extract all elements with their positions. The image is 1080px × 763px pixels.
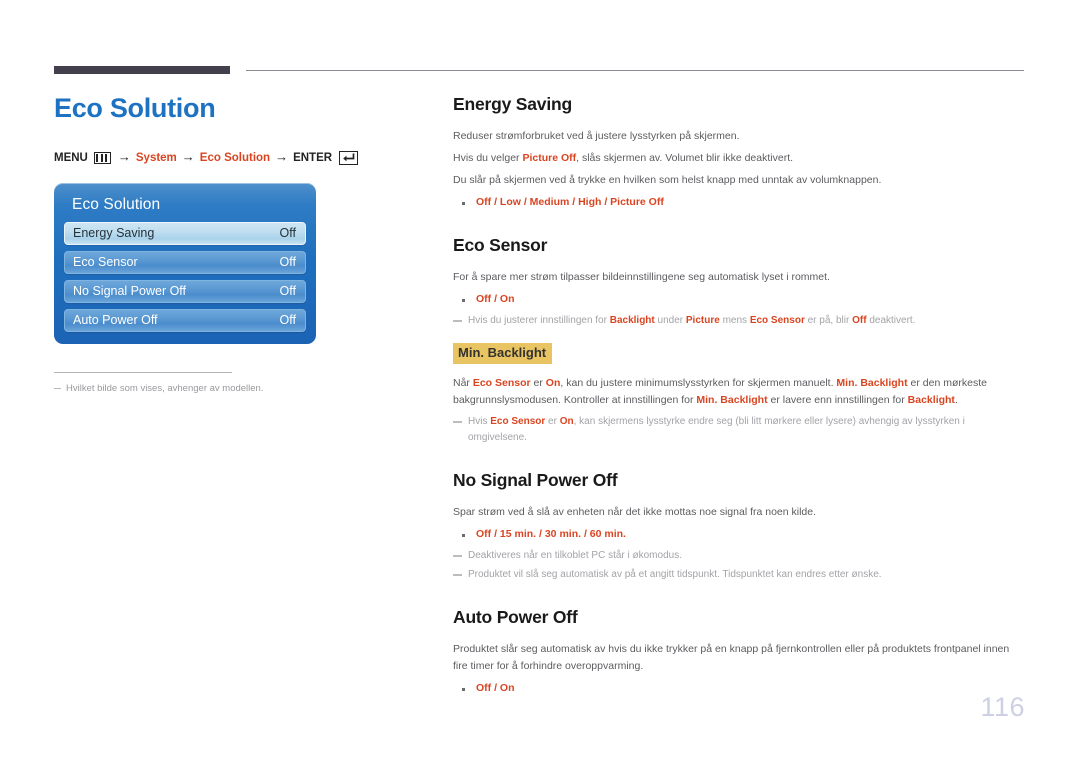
note-text: Hvis du justerer innstillingen for Backl… [468,314,916,326]
section-auto-power-off: Auto Power Off Produktet slår seg automa… [453,607,1025,697]
section-title: No Signal Power Off [453,470,618,491]
note-dash-icon [453,319,462,322]
note-text: Deaktiveres når en tilkoblet PC står i ø… [468,550,682,562]
option-values: Off / On [476,292,515,305]
note-no-signal-eco-pc: Deaktiveres når en tilkoblet PC står i ø… [453,548,1025,564]
breadcrumb-arrow-1: → [117,149,131,165]
left-footnote-block: Hvilket bilde som vises, avhenger av mod… [54,371,304,396]
bullet-dot-icon [462,298,465,302]
section-eco-sensor: Eco Sensor For å spare mer strøm tilpass… [453,235,1025,447]
osd-row-value: Off [279,284,296,299]
osd-row-label: Eco Sensor [73,255,138,270]
option-values: Off / On [476,682,515,695]
paragraph: Reduser strømforbruket ved å justere lys… [453,130,740,142]
note-eco-sensor-ambient: Hvis Eco Sensor er On, kan skjermens lys… [453,414,1025,446]
note-dash-icon [453,421,462,424]
breadcrumb-menu-label: MENU [54,151,88,164]
osd-row-label: Auto Power Off [73,313,158,328]
osd-row-eco-sensor[interactable]: Eco Sensor Off [64,250,306,274]
note-text: Hvis Eco Sensor er On, kan skjermens lys… [468,416,965,444]
note-dash-icon [54,387,61,390]
section-title: Energy Saving [453,94,572,114]
osd-panel: Eco Solution Energy Saving Off Eco Senso… [54,182,316,344]
osd-row-no-signal-power-off[interactable]: No Signal Power Off Off [64,279,306,303]
breadcrumb-step-system: System [135,151,177,164]
note-dash-icon [453,555,462,558]
section-title: Eco Sensor [453,234,548,255]
page-title: Eco Solution [54,93,216,123]
osd-panel-title: Eco Solution [72,195,161,213]
breadcrumb-enter-label: ENTER [293,151,333,164]
bullet-dot-icon [462,688,465,692]
left-footnote: Hvilket bilde som vises, avhenger av mod… [54,382,304,396]
enter-return-icon [339,150,359,165]
option-list-no-signal-power-off: Off / 15 min. / 30 min. / 60 min. [462,527,1025,543]
note-eco-sensor-backlight: Hvis du justerer innstillingen for Backl… [453,313,1025,329]
page-number: 116 [980,692,1025,722]
breadcrumb-arrow-3: → [275,149,289,165]
note-text: Produktet vil slå seg automatisk av på e… [468,569,882,581]
osd-row-auto-power-off[interactable]: Auto Power Off Off [64,308,306,332]
osd-row-value: Off [279,226,296,241]
note-no-signal-schedule: Produktet vil slå seg automatisk av på e… [453,567,1025,583]
osd-row-energy-saving[interactable]: Energy Saving Off [64,221,306,245]
breadcrumb: MENU → System → Eco Solution → ENTER [54,150,394,166]
paragraph: Produktet slår seg automatisk av hvis du… [453,643,1010,673]
subheading-min-backlight: Min. Backlight [453,342,553,365]
paragraph: Hvis du velger Picture Off, slås skjerme… [453,152,794,164]
right-column: Energy Saving Reduser strømforbruket ved… [453,94,1025,702]
left-footnote-text: Hvilket bilde som vises, avhenger av mod… [66,382,264,394]
paragraph: For å spare mer strøm tilpasser bildeinn… [453,270,830,283]
breadcrumb-step-eco-solution: Eco Solution [199,151,271,164]
paragraph: Spar strøm ved å slå av enheten når det … [453,506,817,519]
paragraph: Når Eco Sensor er On, kan du justere min… [453,377,987,407]
section-no-signal-power-off: No Signal Power Off Spar strøm ved å slå… [453,470,1025,583]
section-energy-saving: Energy Saving Reduser strømforbruket ved… [453,94,1025,211]
page-body: Eco Solution MENU → System → Eco Solutio… [0,0,1080,763]
osd-row-value: Off [279,313,296,328]
note-dash-icon [453,574,462,577]
option-values: Off / Low / Medium / High / Picture Off [476,196,664,208]
inline-keyword: Picture Off [522,152,577,164]
osd-row-label: No Signal Power Off [73,284,187,299]
footnote-divider [54,371,232,373]
osd-row-label: Energy Saving [73,226,155,241]
breadcrumb-arrow-2: → [181,149,195,165]
option-list-eco-sensor: Off / On [462,292,1025,308]
option-values: Off / 15 min. / 30 min. / 60 min. [476,528,626,541]
option-list-auto-power-off: Off / On [462,681,1025,697]
paragraph: Du slår på skjermen ved å trykke en hvil… [453,174,882,186]
option-list-energy-saving: Off / Low / Medium / High / Picture Off [462,195,1025,211]
left-column: Eco Solution MENU → System → Eco Solutio… [54,93,394,396]
section-title: Auto Power Off [453,607,578,628]
osd-row-value: Off [279,255,296,270]
menu-bars-icon [93,151,111,164]
bullet-dot-icon [462,202,465,205]
bullet-dot-icon [462,534,465,538]
